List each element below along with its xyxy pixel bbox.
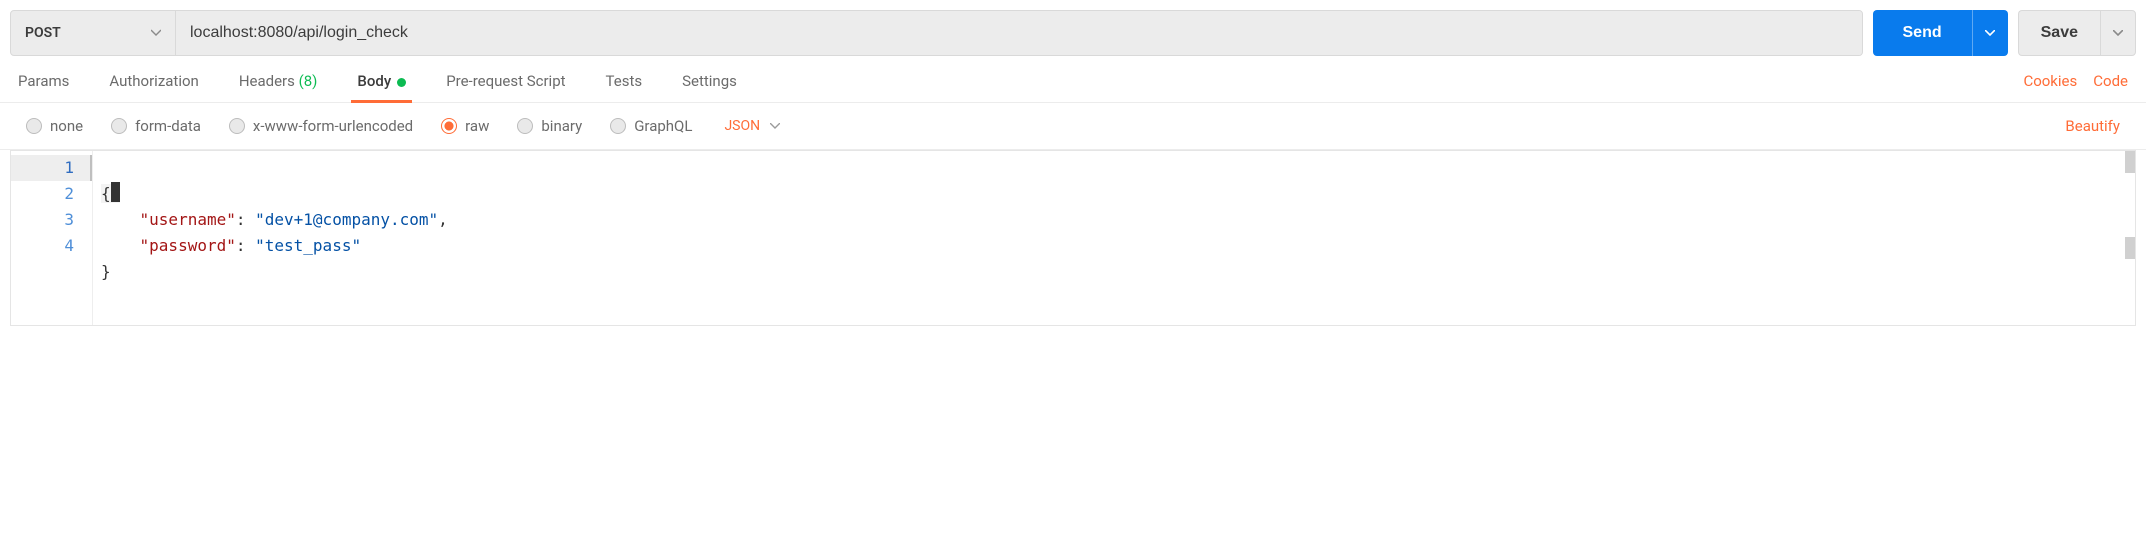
send-button[interactable]: Send [1873, 10, 1972, 56]
tab-prerequest[interactable]: Pre-request Script [446, 72, 565, 102]
tab-authorization[interactable]: Authorization [109, 72, 198, 102]
cookies-link[interactable]: Cookies [2023, 72, 2077, 102]
radio-icon [610, 118, 626, 134]
scroll-indicator[interactable] [2125, 237, 2135, 259]
save-dropdown-button[interactable] [2100, 10, 2136, 56]
code-content[interactable]: { "username": "dev+1@company.com", "pass… [11, 151, 2135, 325]
request-bar: POST [10, 10, 1863, 56]
bodytype-graphql[interactable]: GraphQL [610, 117, 692, 135]
modified-dot-icon [397, 78, 406, 87]
code-link[interactable]: Code [2093, 72, 2128, 102]
line-number: 4 [11, 233, 74, 259]
radio-icon [441, 118, 457, 134]
bodytype-binary[interactable]: binary [517, 117, 582, 135]
line-gutter: 1 2 3 4 [11, 151, 93, 325]
raw-language-select[interactable]: JSON [724, 118, 780, 134]
tab-body[interactable]: Body [357, 72, 406, 102]
line-number: 2 [11, 181, 74, 207]
chevron-down-icon [1985, 30, 1995, 36]
tab-tests[interactable]: Tests [606, 72, 643, 102]
beautify-link[interactable]: Beautify [2065, 117, 2120, 135]
radio-icon [26, 118, 42, 134]
save-button[interactable]: Save [2018, 10, 2100, 56]
url-input[interactable] [176, 11, 1862, 55]
radio-icon [517, 118, 533, 134]
line-number: 1 [11, 155, 92, 181]
body-editor[interactable]: 1 2 3 4 { "username": "dev+1@company.com… [10, 150, 2136, 326]
bodytype-raw[interactable]: raw [441, 117, 489, 135]
text-cursor [111, 182, 120, 202]
save-button-group: Save [2018, 10, 2136, 56]
chevron-down-icon [2113, 30, 2123, 36]
body-type-row: none form-data x-www-form-urlencoded raw… [0, 103, 2146, 150]
chevron-down-icon [770, 123, 780, 129]
send-button-group: Send [1873, 10, 2008, 56]
tab-params[interactable]: Params [18, 72, 69, 102]
bodytype-form-data[interactable]: form-data [111, 117, 201, 135]
radio-icon [111, 118, 127, 134]
radio-icon [229, 118, 245, 134]
scroll-indicator[interactable] [2125, 151, 2135, 173]
bodytype-xwwwform[interactable]: x-www-form-urlencoded [229, 117, 413, 135]
line-number: 3 [11, 207, 74, 233]
request-tabs: Params Authorization Headers (8) Body Pr… [0, 56, 2146, 103]
bodytype-none[interactable]: none [26, 117, 83, 135]
tab-headers[interactable]: Headers (8) [239, 72, 318, 102]
send-dropdown-button[interactable] [1972, 10, 2008, 56]
raw-language-value: JSON [724, 118, 760, 134]
tab-settings[interactable]: Settings [682, 72, 737, 102]
http-method-value: POST [25, 25, 61, 41]
headers-count: (8) [299, 72, 318, 90]
http-method-select[interactable]: POST [11, 11, 176, 55]
chevron-down-icon [151, 28, 161, 38]
